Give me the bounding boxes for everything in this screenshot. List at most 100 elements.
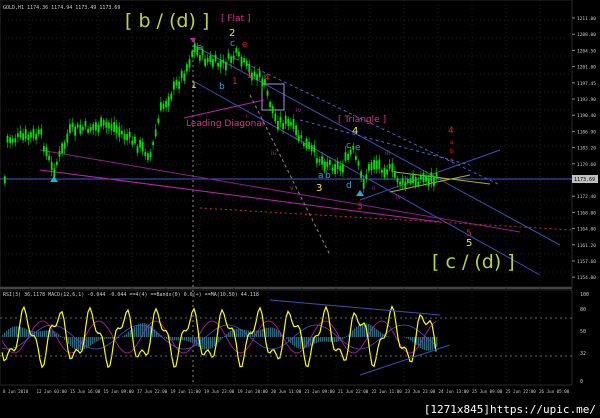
macd-bar <box>328 337 330 342</box>
price-tick-label: 1161.20 <box>577 243 596 249</box>
label-flat: [ Flat ] <box>221 14 250 24</box>
macd-bar <box>58 334 60 337</box>
candle-body <box>214 54 217 62</box>
label-a: a <box>197 43 203 53</box>
candle-body <box>160 102 162 111</box>
macd-bar <box>136 325 138 337</box>
candle-body <box>50 161 53 171</box>
price-panel[interactable] <box>0 0 573 288</box>
candle-body <box>43 146 45 152</box>
macd-bar <box>192 337 194 344</box>
macd-bar <box>334 337 336 343</box>
label-leading-diagonal: Leading Diagonal <box>186 119 264 129</box>
macd-bar <box>214 337 216 347</box>
time-tick-label: 25 Jun 09:00 <box>472 389 503 394</box>
candle-body <box>89 126 92 131</box>
candle-body <box>290 121 292 126</box>
macd-bar <box>294 337 296 347</box>
candle-body <box>435 172 438 178</box>
macd-bar <box>344 337 346 339</box>
candle-body <box>433 176 435 187</box>
macd-bar <box>354 328 356 337</box>
macd-bar <box>60 335 62 337</box>
candle-body <box>300 135 303 139</box>
label-triangle: [ Triangle ] <box>338 115 386 125</box>
macd-bar <box>14 326 16 337</box>
macd-bar <box>128 331 130 337</box>
candle-body <box>30 132 32 138</box>
candle-body <box>373 160 375 170</box>
candle-body <box>152 141 154 146</box>
indicator-tick-label: 80 <box>580 307 586 313</box>
candle-body <box>82 126 84 131</box>
candle-body <box>370 162 373 170</box>
candle-body <box>427 178 430 186</box>
candle-body <box>310 145 313 152</box>
candle-body <box>308 141 310 149</box>
candle-body <box>209 55 212 63</box>
candle-body <box>157 118 160 124</box>
macd-bar <box>238 328 240 337</box>
price-tick-label: 1164.80 <box>577 227 596 233</box>
macd-bar <box>410 337 412 341</box>
candle-body <box>66 133 69 143</box>
macd-bar <box>318 337 320 343</box>
candle-body <box>414 177 417 187</box>
macd-bar <box>184 337 186 341</box>
label-a2: a <box>318 171 324 181</box>
candle-body <box>331 167 334 171</box>
candle-body <box>422 172 425 183</box>
time-tick-label: 19 Jun 11:00 <box>171 389 202 394</box>
macd-bar <box>298 337 300 349</box>
candle-body <box>71 123 74 128</box>
candle-body <box>243 58 245 63</box>
candle-body <box>357 161 360 166</box>
price-tick-label: 1211.00 <box>577 16 596 22</box>
time-tick-label: 8 Jun 2018 <box>3 389 29 394</box>
macd-bar <box>386 335 388 337</box>
macd-bar <box>208 337 210 350</box>
price-tick-label: 1204.50 <box>577 48 596 54</box>
label-c-d: [ c / (d) ] <box>432 251 515 273</box>
candle-body <box>63 142 66 149</box>
candle-body <box>295 125 297 136</box>
candle-body <box>24 128 27 139</box>
candle-body <box>136 146 139 153</box>
macd-bar <box>426 337 428 351</box>
chart-window[interactable]: [ b / (d) ] [ Flat ] 2 a c e b 1 1 1 4 i… <box>0 0 600 418</box>
candle-body <box>165 100 167 108</box>
macd-bar <box>388 336 390 337</box>
macd-bar <box>360 324 362 337</box>
chart-canvas[interactable]: [ b / (d) ] [ Flat ] 2 a c e b 1 1 1 4 i… <box>0 0 600 418</box>
candle-body <box>183 73 186 81</box>
macd-bar <box>212 337 214 348</box>
macd-bar <box>222 337 224 339</box>
candle-body <box>35 133 37 140</box>
label-wave-4-yellow: 4 <box>352 126 358 137</box>
macd-bar <box>188 337 190 342</box>
candle-body <box>61 143 63 154</box>
macd-bar <box>424 337 426 351</box>
macd-bar <box>412 337 414 342</box>
candle-body <box>48 155 50 161</box>
indicator-axis[interactable]: 100 80 50 32 0 <box>580 292 589 385</box>
time-axis[interactable]: 8 Jun 2018 12 Jun 03:00 15 Jun 16:00 15 Jun… <box>3 389 570 394</box>
candle-body <box>232 55 235 60</box>
price-tick-label: 1190.40 <box>577 113 596 119</box>
label-v: v <box>290 185 294 192</box>
candle-body <box>282 123 284 130</box>
label-e2: e <box>355 143 361 153</box>
time-tick-label: 15 Jun 16:00 <box>70 389 101 394</box>
candle-body <box>113 122 115 132</box>
price-axis[interactable]: 1211.00 1208.00 1204.50 1201.00 1197.45 1193.… <box>572 16 596 281</box>
macd-bar <box>260 329 262 337</box>
candle-body <box>178 81 180 89</box>
macd-bar <box>88 337 90 347</box>
macd-bar <box>98 337 100 341</box>
candle-body <box>126 134 128 141</box>
watermark: [1271x845]https://upic.me/ <box>421 403 598 416</box>
candle-body <box>149 152 152 157</box>
candle-body <box>412 173 414 184</box>
time-tick-label: 21 Jun 09:00 <box>305 389 336 394</box>
candle-body <box>92 124 95 130</box>
